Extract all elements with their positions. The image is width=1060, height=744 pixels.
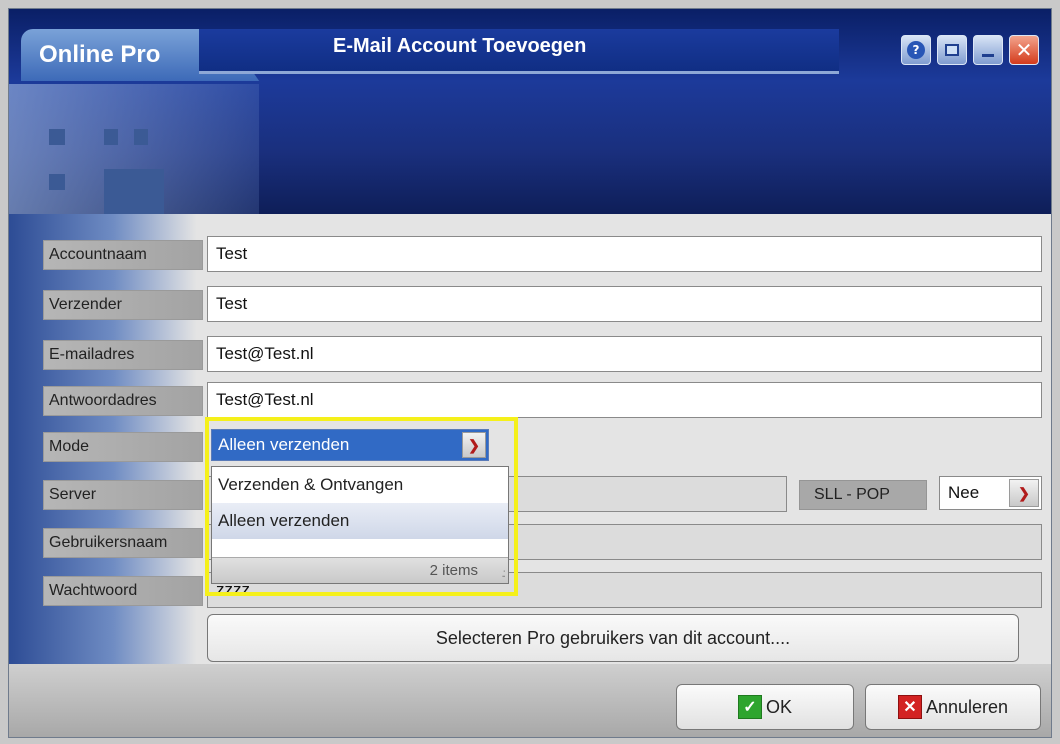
building-entrance <box>104 169 164 214</box>
chevron-down-icon: ❯ <box>468 436 480 453</box>
sll-pop-select[interactable]: Nee ❯ <box>939 476 1042 510</box>
mode-dropdown-button[interactable]: ❯ <box>462 432 486 458</box>
button-bar: ✓ OK ✕ Annuleren <box>9 664 1051 737</box>
antwoordadres-input[interactable]: Test@Test.nl <box>207 382 1042 418</box>
mode-label: Mode <box>43 432 203 462</box>
dropdown-option-verzenden-ontvangen[interactable]: Verzenden & Ontvangen <box>212 467 508 503</box>
help-button[interactable]: ? <box>901 35 931 65</box>
chevron-down-icon: ❯ <box>1018 484 1030 501</box>
gebruikersnaam-label: Gebruikersnaam <box>43 528 203 558</box>
wachtwoord-label: Wachtwoord <box>43 576 203 606</box>
building-window <box>49 129 65 145</box>
app-name: Online Pro <box>39 41 161 68</box>
x-icon: ✕ <box>897 695 922 719</box>
restore-button[interactable] <box>937 35 967 65</box>
ok-label: OK <box>765 696 792 717</box>
sll-pop-selected-value: Nee <box>948 483 980 502</box>
cancel-button[interactable]: ✕ Annuleren <box>865 684 1041 730</box>
server-label: Server <box>43 480 203 510</box>
title-bar: Online Pro E-Mail Account Toevoegen ? ✕ <box>9 9 1051 214</box>
cancel-label: Annuleren <box>925 696 1009 717</box>
minimize-icon <box>982 53 994 57</box>
close-icon: ✕ <box>1015 38 1033 62</box>
mode-selected-value: Alleen verzenden <box>218 435 350 454</box>
building-window <box>49 174 65 190</box>
dropdown-option-alleen-verzenden[interactable]: Alleen verzenden <box>212 503 508 539</box>
sll-pop-dropdown-button[interactable]: ❯ <box>1009 479 1039 507</box>
emailadres-label: E-mailadres <box>43 340 203 370</box>
form-area: Accountnaam Test Verzender Test E-mailad… <box>9 214 1051 664</box>
window-controls: ? ✕ <box>901 35 1039 65</box>
verzender-input[interactable]: Test <box>207 286 1042 322</box>
close-button[interactable]: ✕ <box>1009 35 1039 65</box>
help-icon: ? <box>907 41 925 59</box>
restore-icon <box>945 44 959 56</box>
window-title: E-Mail Account Toevoegen <box>333 35 587 57</box>
accountnaam-input[interactable]: Test <box>207 236 1042 272</box>
dropdown-footer: 2 items .: <box>212 557 508 583</box>
dropdown-item-count: 2 items <box>429 562 478 579</box>
select-users-button[interactable]: Selecteren Pro gebruikers van dit accoun… <box>207 614 1019 662</box>
sll-pop-label: SLL - POP <box>799 480 927 510</box>
mode-dropdown-list: Verzenden & Ontvangen Alleen verzenden 2… <box>211 466 509 584</box>
ok-button[interactable]: ✓ OK <box>676 684 854 730</box>
building-window <box>134 129 148 145</box>
antwoordadres-label: Antwoordadres <box>43 386 203 416</box>
dialog-window: Online Pro E-Mail Account Toevoegen ? ✕ … <box>8 8 1052 738</box>
accountnaam-label: Accountnaam <box>43 240 203 270</box>
verzender-label: Verzender <box>43 290 203 320</box>
mode-select[interactable]: Alleen verzenden ❯ <box>211 429 489 461</box>
resize-grip-icon[interactable]: .: <box>501 566 505 580</box>
emailadres-input[interactable]: Test@Test.nl <box>207 336 1042 372</box>
building-graphic <box>9 84 259 214</box>
check-icon: ✓ <box>737 695 762 719</box>
minimize-button[interactable] <box>973 35 1003 65</box>
building-window <box>104 129 118 145</box>
